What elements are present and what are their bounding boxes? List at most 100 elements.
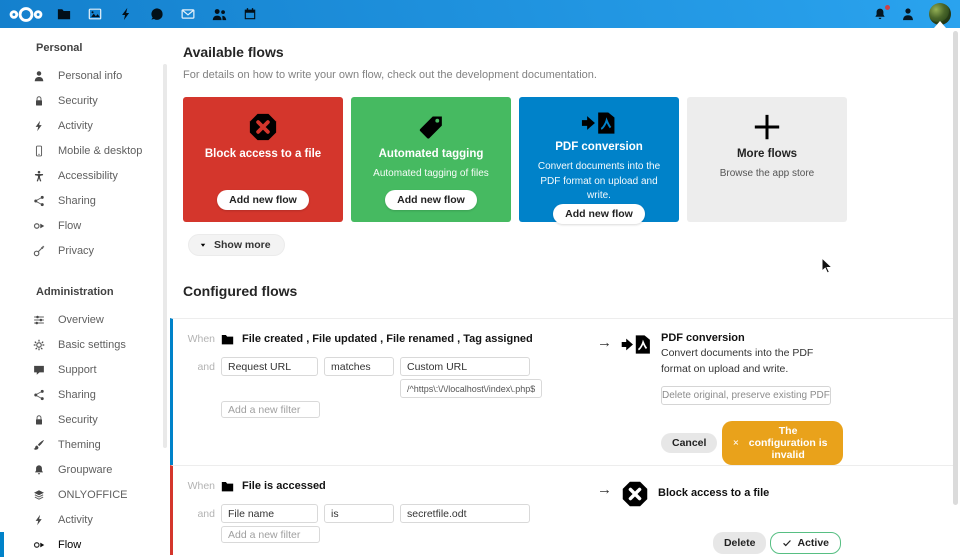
check-operator-input[interactable] [324, 504, 394, 523]
check-operator-input[interactable] [324, 357, 394, 376]
and-label: and [181, 508, 215, 520]
accessibility-icon [33, 170, 45, 182]
contacts-icon[interactable] [209, 4, 229, 24]
sidebar-item-accessibility[interactable]: Accessibility [0, 163, 170, 188]
delete-button[interactable]: Delete [713, 532, 767, 554]
sidebar-item-sharing-admin[interactable]: Sharing [0, 382, 170, 407]
check-pattern-input[interactable] [400, 379, 542, 398]
sidebar-item-onlyoffice[interactable]: ONLYOFFICE [0, 482, 170, 507]
activity-icon[interactable] [116, 4, 136, 24]
comment-icon [33, 364, 45, 376]
add-filter-input[interactable] [221, 401, 320, 418]
sidebar-item-personal-info[interactable]: Personal info [0, 63, 170, 88]
sidebar-item-security-personal[interactable]: Security [0, 88, 170, 113]
sidebar-section-personal: Personal [0, 28, 170, 63]
x-icon [733, 438, 739, 447]
activity-icon [33, 120, 45, 132]
flow-events[interactable]: File is accessed [242, 480, 326, 492]
nextcloud-logo[interactable] [9, 5, 43, 24]
check-field-input[interactable] [221, 357, 318, 376]
configured-flow-pdf-conversion: When File created , File updated , File … [170, 318, 954, 465]
sidebar-item-groupware[interactable]: Groupware [0, 457, 170, 482]
groupware-icon [33, 464, 45, 476]
folder-icon [221, 333, 234, 346]
lock-icon [33, 95, 45, 107]
mail-icon[interactable] [178, 4, 198, 24]
app-menu [54, 4, 260, 24]
arrow-right-icon: → [597, 482, 612, 508]
talk-icon[interactable] [147, 4, 167, 24]
arrow-right-icon: → [597, 335, 612, 465]
operation-description: Convert documents into the PDF format on… [661, 346, 843, 378]
check-field-input[interactable] [221, 504, 318, 523]
sidebar-scrollbar[interactable] [163, 64, 167, 448]
share-icon [33, 195, 45, 207]
card-block-access: Block access to a file Add new flow [183, 97, 343, 222]
key-icon [33, 245, 45, 257]
card-title: More flows [737, 148, 797, 160]
plus-icon [752, 110, 782, 143]
contacts-menu-icon[interactable] [901, 7, 915, 21]
sidebar-item-support[interactable]: Support [0, 357, 170, 382]
sidebar-item-basic-settings[interactable]: Basic settings [0, 332, 170, 357]
pdf-conversion-icon [621, 333, 652, 465]
add-new-flow-button[interactable]: Add new flow [385, 190, 477, 210]
sidebar-item-overview[interactable]: Overview [0, 307, 170, 332]
operation-name: Block access to a file [658, 487, 840, 499]
sidebar-item-flow-admin[interactable]: Flow [0, 532, 170, 557]
overview-icon [33, 314, 45, 326]
sidebar-item-theming[interactable]: Theming [0, 432, 170, 457]
sidebar-item-mobile-desktop[interactable]: Mobile & desktop [0, 138, 170, 163]
available-flows-subtitle: For details on how to write your own flo… [183, 69, 960, 81]
sidebar-section-administration: Administration [0, 263, 170, 307]
lock-icon [33, 414, 45, 426]
files-icon[interactable] [54, 4, 74, 24]
folder-icon [221, 480, 234, 493]
notifications-icon[interactable] [873, 7, 887, 21]
pdf-conversion-icon [581, 110, 617, 136]
flow-icon [33, 220, 45, 232]
pdf-option-input[interactable] [661, 386, 831, 405]
flow-icon [33, 539, 45, 551]
check-value-input[interactable] [400, 357, 530, 376]
show-more-button[interactable]: Show more [188, 234, 285, 256]
brush-icon [33, 439, 45, 451]
add-new-flow-button[interactable]: Add new flow [217, 190, 309, 210]
main-scrollbar[interactable] [953, 31, 958, 505]
sidebar-item-sharing-personal[interactable]: Sharing [0, 188, 170, 213]
card-description: Browse the app store [720, 167, 815, 182]
card-automated-tagging: Automated tagging Automated tagging of f… [351, 97, 511, 222]
flow-settings-main: Available flows For details on how to wr… [170, 28, 960, 540]
sidebar-item-flow-personal[interactable]: Flow [0, 213, 170, 238]
flow-events[interactable]: File created , File updated , File renam… [242, 333, 533, 345]
user-icon [33, 70, 45, 82]
add-filter-input[interactable] [221, 526, 320, 543]
available-flows-title: Available flows [183, 44, 960, 60]
configuration-invalid-button[interactable]: The configuration is invalid [722, 421, 843, 465]
card-more-flows[interactable]: More flows Browse the app store [687, 97, 847, 222]
gear-icon [33, 339, 45, 351]
photos-icon[interactable] [85, 4, 105, 24]
caret-down-icon [199, 241, 207, 249]
card-description: Automated tagging of files [373, 167, 489, 182]
sidebar-item-activity-personal[interactable]: Activity [0, 113, 170, 138]
sidebar-item-security-admin[interactable]: Security [0, 407, 170, 432]
mobile-icon [33, 145, 45, 157]
cancel-button[interactable]: Cancel [661, 433, 717, 453]
sidebar-item-activity-admin[interactable]: Activity [0, 507, 170, 532]
add-new-flow-button[interactable]: Add new flow [553, 204, 645, 224]
card-title: Block access to a file [205, 148, 321, 160]
card-title: Automated tagging [379, 148, 484, 160]
check-value-input[interactable] [400, 504, 530, 523]
operation-name: PDF conversion [661, 332, 843, 344]
top-header-bar [0, 0, 960, 28]
when-label: When [181, 333, 215, 345]
sidebar-item-privacy[interactable]: Privacy [0, 238, 170, 263]
settings-menu-caret [934, 21, 946, 28]
calendar-icon[interactable] [240, 4, 260, 24]
active-toggle-button[interactable]: Active [770, 532, 841, 554]
card-pdf-conversion: PDF conversion Convert documents into th… [519, 97, 679, 222]
layers-icon [33, 489, 45, 501]
card-title: PDF conversion [555, 141, 643, 153]
available-flow-cards: Block access to a file Add new flow Auto… [183, 97, 960, 222]
